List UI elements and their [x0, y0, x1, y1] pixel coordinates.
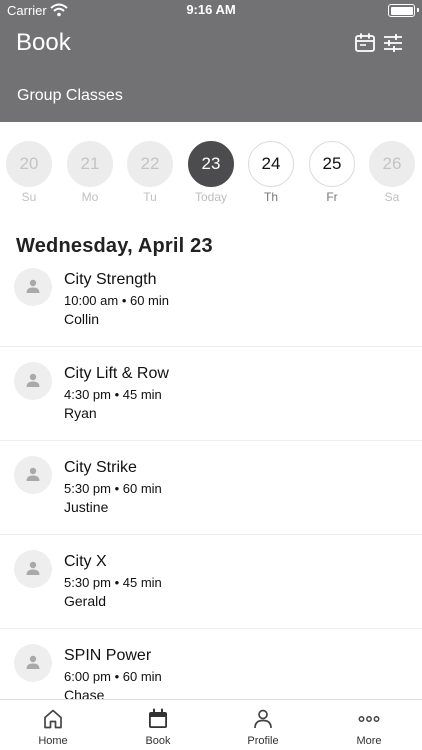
avatar: [14, 644, 52, 682]
tab-label: Home: [38, 735, 68, 747]
class-time: 5:30 pm • 60 min: [64, 481, 162, 496]
class-row[interactable]: SPIN Power 6:00 pm • 60 min Chase: [0, 629, 422, 699]
class-instructor: Collin: [64, 311, 100, 327]
more-icon: [358, 716, 380, 722]
class-name: City Lift & Row: [64, 365, 169, 382]
class-time: 6:00 pm • 60 min: [64, 669, 162, 684]
person-icon: [26, 655, 40, 669]
avatar: [14, 456, 52, 494]
class-instructor: Ryan: [64, 405, 97, 421]
class-time: 4:30 pm • 45 min: [64, 387, 162, 402]
filter-icon[interactable]: [381, 31, 405, 55]
class-row[interactable]: City Lift & Row 4:30 pm • 45 min Ryan: [0, 347, 422, 441]
tab-home[interactable]: Home: [13, 707, 93, 747]
page-title: Book: [16, 29, 71, 56]
day-26[interactable]: 26 Sa: [368, 141, 416, 204]
avatar: [14, 362, 52, 400]
class-name: City Strength: [64, 271, 157, 288]
class-instructor: Chase: [64, 687, 105, 699]
tab-book[interactable]: Book: [118, 707, 198, 747]
class-time: 5:30 pm • 45 min: [64, 575, 162, 590]
day-20[interactable]: 20 Su: [5, 141, 53, 204]
day-24[interactable]: 24 Th: [247, 141, 295, 204]
person-icon: [26, 467, 40, 481]
day-21[interactable]: 21 Mo: [66, 141, 114, 204]
class-row[interactable]: City Strike 5:30 pm • 60 min Justine: [0, 441, 422, 535]
class-name: City X: [64, 553, 107, 570]
day-label: Fr: [326, 190, 338, 204]
day-label: Mo: [81, 190, 99, 204]
calendar-icon: [149, 708, 167, 728]
day-label: Today: [194, 190, 228, 204]
day-label: Tu: [143, 190, 157, 204]
tab-bar: Home Book Profile More: [0, 699, 422, 750]
section-label: Group Classes: [17, 87, 123, 104]
day-number: 23: [188, 141, 234, 187]
person-icon: [26, 561, 40, 575]
avatar: [14, 550, 52, 588]
person-icon: [26, 373, 40, 387]
class-instructor: Justine: [64, 499, 109, 515]
day-23[interactable]: 23 Today: [187, 141, 235, 204]
day-label: Sa: [384, 190, 400, 204]
person-icon: [26, 279, 40, 293]
day-strip: 20 Su 21 Mo 22 Tu 23 Today 24 Th 25 Fr 2…: [0, 141, 422, 209]
profile-icon: [254, 709, 272, 729]
day-number: 21: [67, 141, 113, 187]
battery-icon: [388, 4, 415, 17]
status-time: 9:16 AM: [186, 2, 236, 17]
tab-label: More: [356, 735, 382, 747]
class-row[interactable]: City Strength 10:00 am • 60 min Collin: [0, 253, 422, 347]
class-instructor: Gerald: [64, 593, 107, 609]
day-number: 20: [6, 141, 52, 187]
calendar-icon[interactable]: [353, 31, 377, 55]
day-number: 24: [248, 141, 294, 187]
class-row[interactable]: City X 5:30 pm • 45 min Gerald: [0, 535, 422, 629]
tab-more[interactable]: More: [329, 707, 409, 747]
class-name: City Strike: [64, 459, 137, 476]
day-label: Su: [21, 190, 37, 204]
app-header: Carrier 9:16 AM Book Group Classes: [0, 0, 422, 122]
tab-label: Book: [145, 735, 171, 747]
day-22[interactable]: 22 Tu: [126, 141, 174, 204]
tab-label: Profile: [247, 735, 279, 747]
day-number: 25: [309, 141, 355, 187]
home-icon: [44, 709, 62, 729]
tab-profile[interactable]: Profile: [223, 707, 303, 747]
day-number: 22: [127, 141, 173, 187]
status-bar: Carrier 9:16 AM: [0, 0, 422, 20]
class-list: City Strength 10:00 am • 60 min Collin C…: [0, 253, 422, 699]
day-label: Th: [263, 190, 278, 204]
avatar: [14, 268, 52, 306]
day-25[interactable]: 25 Fr: [308, 141, 356, 204]
class-time: 10:00 am • 60 min: [64, 293, 169, 308]
day-number: 26: [369, 141, 415, 187]
class-name: SPIN Power: [64, 647, 152, 664]
